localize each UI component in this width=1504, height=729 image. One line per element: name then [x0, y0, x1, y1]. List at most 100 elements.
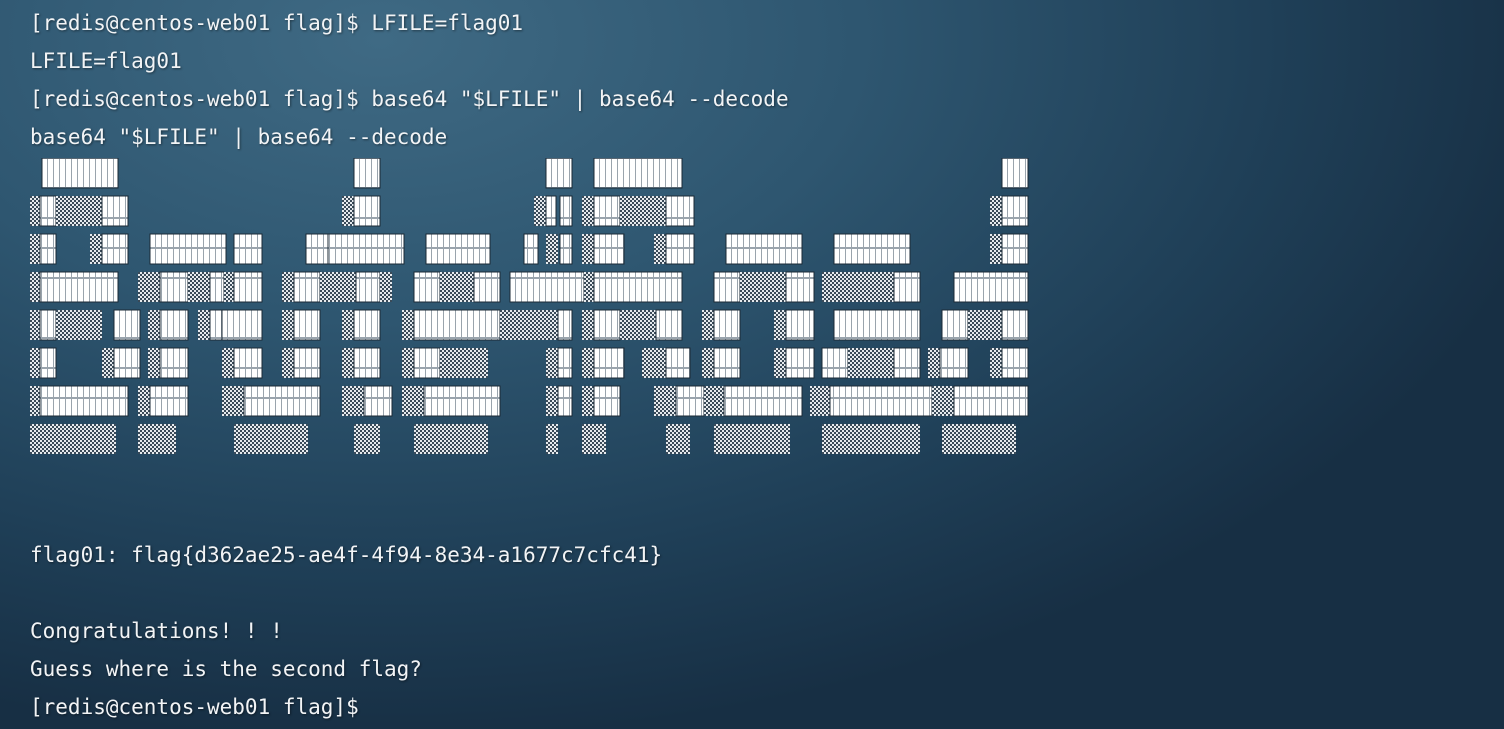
banner-shade — [990, 196, 1002, 226]
banner-shade — [642, 348, 666, 378]
banner-shade — [148, 348, 160, 378]
command-line-base64: [redis@centos-web01 flag]$ base64 "$LFIL… — [30, 87, 789, 111]
banner-shade — [402, 386, 424, 416]
banner-block — [149, 385, 189, 417]
banner-block — [293, 309, 321, 341]
banner-shade — [30, 424, 116, 454]
banner-block — [665, 233, 695, 265]
banner-shade — [90, 234, 102, 264]
banner-shade — [56, 310, 102, 340]
banner-block — [353, 195, 381, 227]
command-echo-base64: base64 "$LFILE" | base64 --decode — [30, 125, 448, 149]
banner-shade — [138, 272, 160, 302]
banner-shade — [102, 348, 114, 378]
banner-block — [39, 347, 57, 379]
banner-shade — [30, 386, 40, 416]
banner-block — [829, 385, 933, 417]
banner-block — [593, 309, 621, 341]
banner-shade — [582, 234, 594, 264]
banner-shade — [402, 348, 414, 378]
banner-shade — [704, 386, 724, 416]
banner-block — [233, 233, 263, 265]
banner-shade — [702, 310, 714, 340]
banner-block — [593, 195, 621, 227]
banner-shade — [774, 348, 786, 378]
banner-block — [305, 233, 329, 265]
banner-block — [559, 233, 573, 265]
banner-block — [101, 233, 129, 265]
banner-block — [353, 347, 381, 379]
banner-block — [939, 347, 969, 379]
banner-block — [545, 195, 557, 227]
banner-block — [523, 233, 539, 265]
banner-block — [413, 347, 441, 379]
banner-block — [557, 309, 573, 341]
banner-block — [209, 309, 223, 341]
banner-block — [1001, 347, 1029, 379]
shell-prompt[interactable]: [redis@centos-web01 flag]$ — [30, 692, 359, 722]
banner-shade — [30, 348, 40, 378]
banner-shade — [666, 424, 690, 454]
banner-block — [821, 347, 849, 379]
banner-shade — [702, 348, 714, 378]
banner-block — [101, 195, 129, 227]
banner-shade — [440, 272, 474, 302]
terminal-window[interactable]: [redis@centos-web01 flag]$ LFILE=flag01 … — [0, 0, 1504, 729]
banner-shade — [342, 310, 354, 340]
banner-block — [209, 271, 225, 303]
banner-shade — [342, 348, 354, 378]
banner-shade — [234, 424, 308, 454]
banner-block — [893, 347, 921, 379]
banner-shade — [30, 310, 40, 340]
congrats-message: Congratulations! ! ! — [30, 619, 283, 643]
banner-block — [785, 271, 815, 303]
banner-block — [953, 271, 1029, 303]
banner-shade — [188, 272, 210, 302]
banner-block — [1001, 158, 1029, 189]
banner-shade — [402, 310, 414, 340]
banner-block — [39, 385, 129, 417]
banner-shade — [714, 424, 790, 454]
banner-shade — [546, 348, 558, 378]
banner-shade — [342, 386, 364, 416]
command-line-set-lfile: [redis@centos-web01 flag]$ LFILE=flag01 — [30, 11, 524, 35]
banner-shade — [342, 196, 354, 226]
banner-shade — [620, 310, 656, 340]
banner-shade — [440, 348, 488, 378]
banner-shade — [224, 272, 234, 302]
banner-block — [941, 309, 969, 341]
banner-block — [159, 271, 189, 303]
banner-shade — [932, 386, 954, 416]
banner-shade — [138, 424, 176, 454]
banner-shade — [990, 234, 1002, 264]
banner-block — [363, 385, 393, 417]
banner-block — [655, 309, 683, 341]
banner-shade — [582, 348, 594, 378]
banner-block — [723, 385, 803, 417]
banner-block — [473, 271, 501, 303]
banner-block — [423, 385, 501, 417]
banner-block — [355, 271, 381, 303]
banner-shade — [546, 234, 558, 264]
flag-output: flag01: flag{d362ae25-ae4f-4f94-8e34-a16… — [30, 543, 663, 567]
banner-block — [159, 309, 189, 341]
banner-shade — [822, 424, 920, 454]
banner-shade — [148, 310, 160, 340]
banner-block — [39, 271, 119, 303]
banner-block — [293, 271, 321, 303]
banner-block — [665, 347, 691, 379]
banner-block — [113, 309, 141, 341]
banner-block — [327, 233, 405, 265]
banner-block — [593, 347, 625, 379]
banner-block — [509, 271, 585, 303]
banner-shade — [354, 424, 380, 454]
banner-shade — [56, 196, 102, 226]
banner-shade — [582, 386, 594, 416]
banner-block — [425, 233, 491, 265]
banner-block — [665, 195, 695, 227]
banner-block — [413, 271, 441, 303]
banner-shade — [968, 310, 1002, 340]
banner-block — [785, 347, 815, 379]
banner-shade — [774, 310, 786, 340]
banner-shade — [30, 234, 40, 264]
